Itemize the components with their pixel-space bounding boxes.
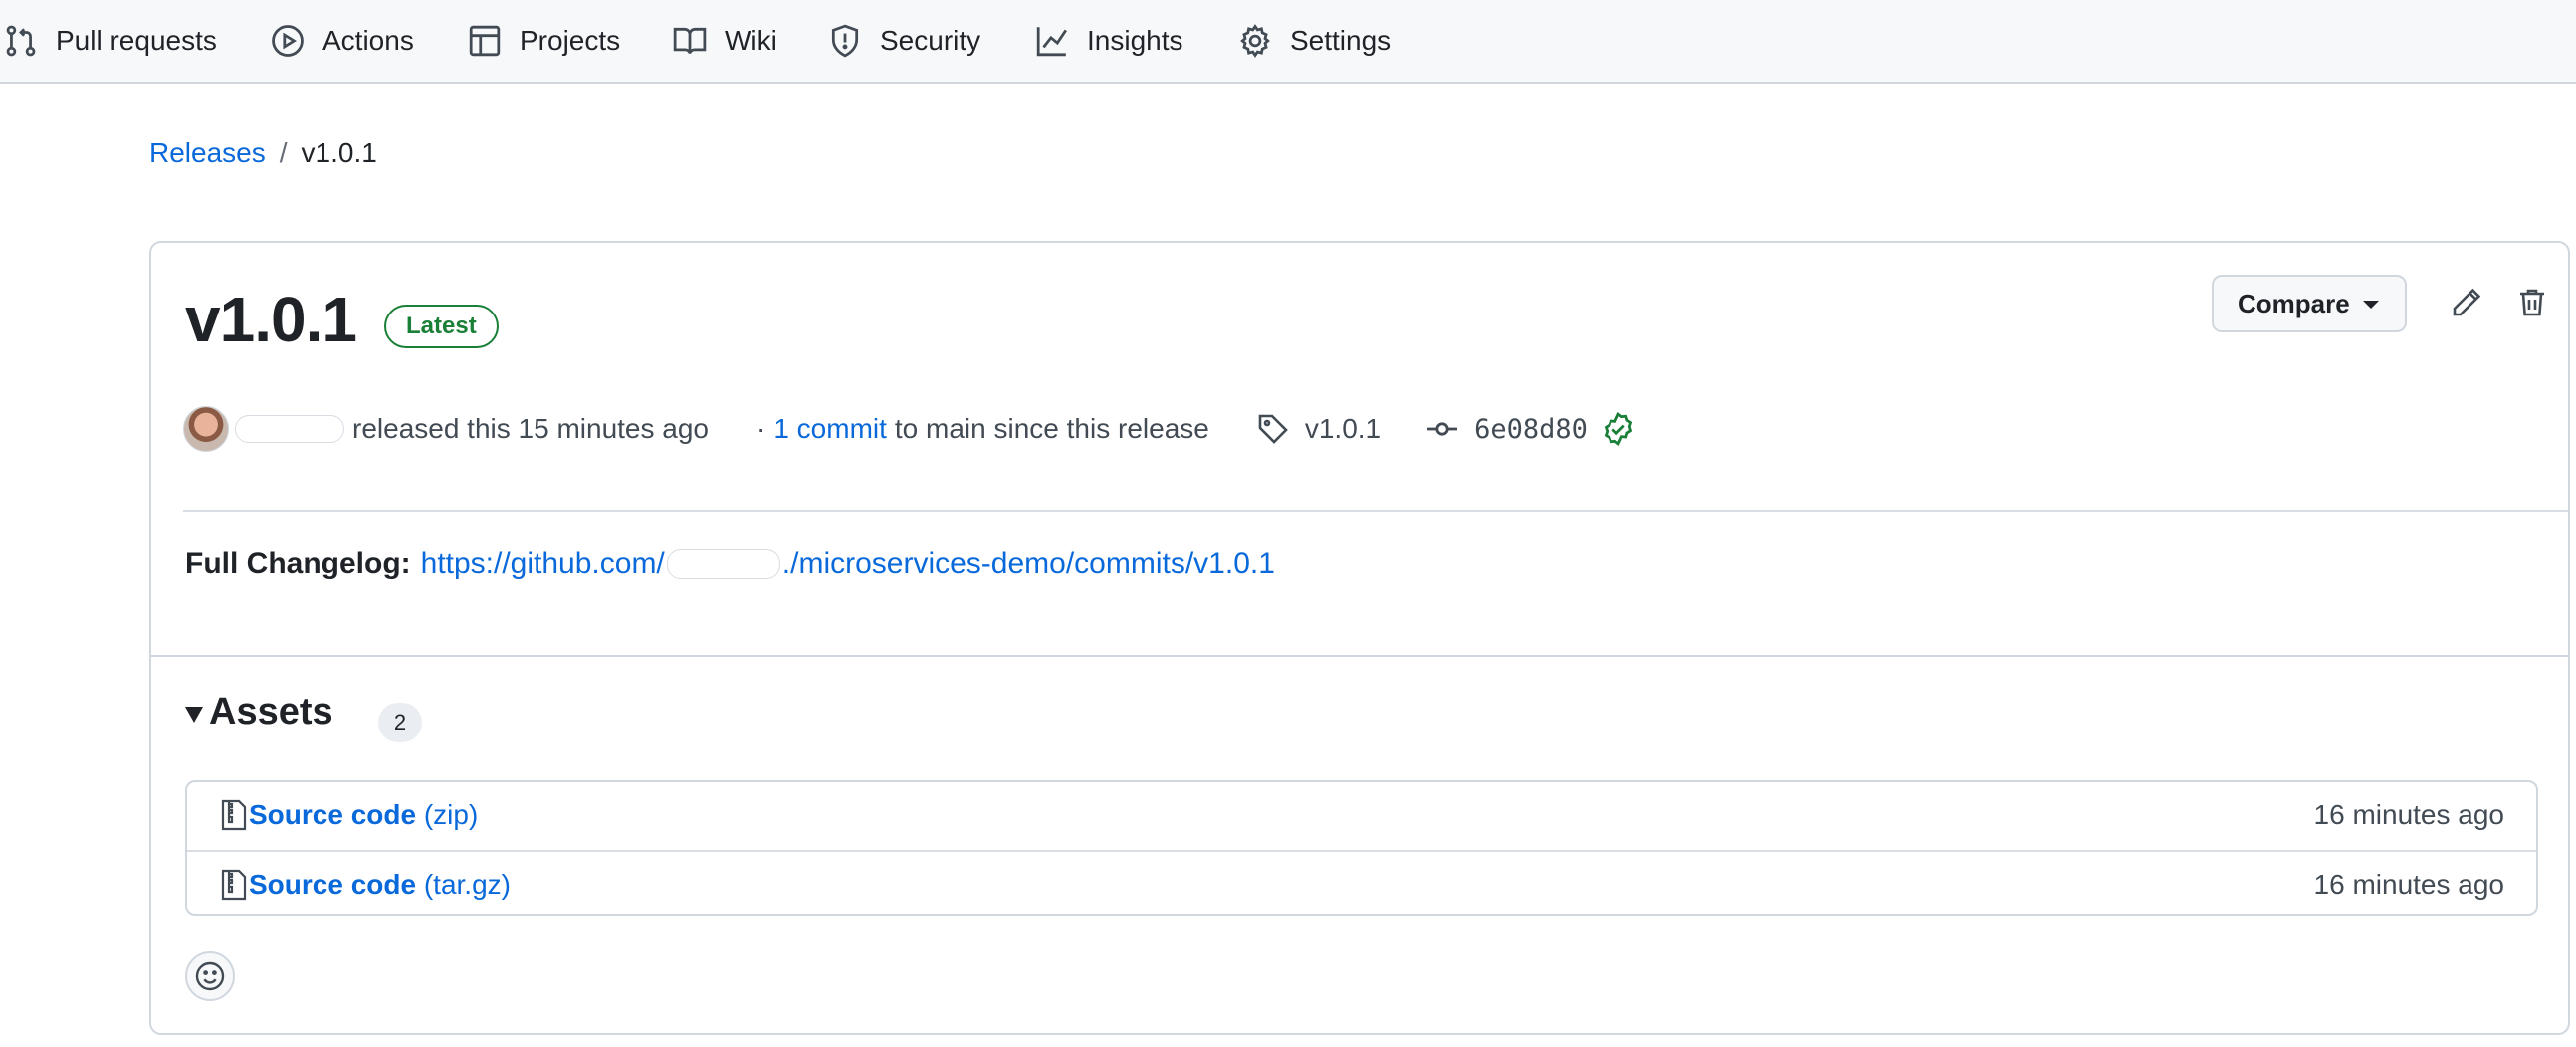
tag-link[interactable]: v1.0.1 [1305, 413, 1381, 445]
release-meta: released this 15 minutes ago · 1 commit … [183, 402, 1635, 456]
assets-list: Source code (zip) 16 minutes ago Source … [185, 780, 2538, 916]
asset-time: 16 minutes ago [2313, 869, 2504, 900]
delete-release-button[interactable] [2508, 279, 2556, 326]
changelog: Full Changelog: https://github.com/ ./mi… [185, 547, 1275, 581]
compare-label: Compare [2238, 288, 2350, 318]
nav-settings[interactable]: Settings [1238, 0, 1391, 82]
gear-icon [1240, 24, 1270, 58]
nav-wiki[interactable]: Wiki [673, 0, 777, 82]
trash-icon [2520, 289, 2544, 316]
breadcrumb-releases-link[interactable]: Releases [149, 137, 266, 169]
list-item: Source code (tar.gz) 16 minutes ago [187, 850, 2536, 918]
redacted-author [235, 415, 344, 443]
divider [183, 510, 2568, 512]
nav-label: Actions [322, 25, 414, 56]
asset-link[interactable]: Source code (zip) [249, 799, 478, 831]
nav-security[interactable]: Security [828, 0, 980, 82]
compare-button[interactable]: Compare [2212, 275, 2407, 332]
release-title: v1.0.1 [185, 284, 357, 355]
nav-insights[interactable]: Insights [1035, 0, 1183, 82]
breadcrumb-separator: / [279, 137, 288, 168]
breadcrumb: Releases / v1.0.1 [149, 137, 377, 169]
repo-nav: Pull requests Actions Projects Wiki Secu… [0, 0, 2576, 84]
add-reaction-button[interactable] [185, 951, 235, 1001]
table-icon [469, 25, 501, 57]
changelog-link[interactable]: https://github.com/ ./microservices-demo… [421, 547, 1275, 581]
asset-ext: (zip) [423, 799, 479, 830]
assets-toggle[interactable]: Assets [185, 691, 333, 733]
nav-projects[interactable]: Projects [468, 0, 620, 82]
pencil-icon [2453, 288, 2481, 316]
asset-time: 16 minutes ago [2313, 799, 2504, 830]
commit-link[interactable]: 1 commit [773, 413, 887, 445]
meta-dot: · [756, 413, 766, 444]
avatar[interactable] [183, 406, 229, 452]
nav-actions[interactable]: Actions [271, 0, 414, 82]
asset-ext: (tar.gz) [423, 869, 511, 900]
nav-label: Pull requests [56, 25, 217, 56]
changelog-label: Full Changelog: [185, 547, 411, 580]
latest-badge: Latest [384, 305, 499, 348]
changelog-url-suffix: ./microservices-demo/commits/v1.0.1 [781, 547, 1275, 580]
edit-release-button[interactable] [2443, 279, 2490, 326]
nav-label: Security [880, 25, 981, 56]
assets-title: Assets [209, 691, 333, 733]
nav-label: Wiki [725, 25, 777, 56]
commit-suffix: to main since this release [894, 413, 1209, 444]
commit-sha[interactable]: 6e08d80 [1474, 414, 1588, 445]
play-circle-icon [272, 25, 304, 57]
nav-pull-requests[interactable]: Pull requests [4, 0, 217, 82]
release-card: v1.0.1 Latest Compare released this 15 m… [149, 241, 2570, 1035]
graph-icon [1036, 27, 1067, 57]
nav-label: Projects [520, 25, 621, 56]
shield-icon [831, 24, 859, 58]
section-divider [151, 655, 2568, 657]
changelog-url-prefix: https://github.com/ [420, 547, 665, 580]
released-text: released this 15 minutes ago [352, 413, 709, 444]
redacted-owner [666, 549, 780, 579]
triangle-down-icon [185, 706, 203, 723]
book-icon [673, 27, 707, 54]
git-commit-icon [1427, 422, 1458, 436]
git-pull-request-icon [6, 25, 36, 57]
asset-name: Source code [249, 799, 417, 830]
smiley-icon [195, 961, 225, 991]
file-zip-icon [221, 799, 247, 831]
assets-count-badge: 2 [378, 703, 422, 742]
tag-icon [1258, 414, 1288, 444]
nav-label: Insights [1087, 25, 1183, 56]
asset-name: Source code [249, 869, 417, 900]
nav-label: Settings [1290, 25, 1392, 56]
verified-icon[interactable] [1602, 412, 1635, 446]
asset-link[interactable]: Source code (tar.gz) [249, 869, 511, 901]
file-zip-icon [221, 869, 247, 901]
breadcrumb-current: v1.0.1 [301, 137, 377, 168]
chevron-down-icon [2363, 301, 2379, 309]
list-item: Source code (zip) 16 minutes ago [187, 782, 2536, 848]
